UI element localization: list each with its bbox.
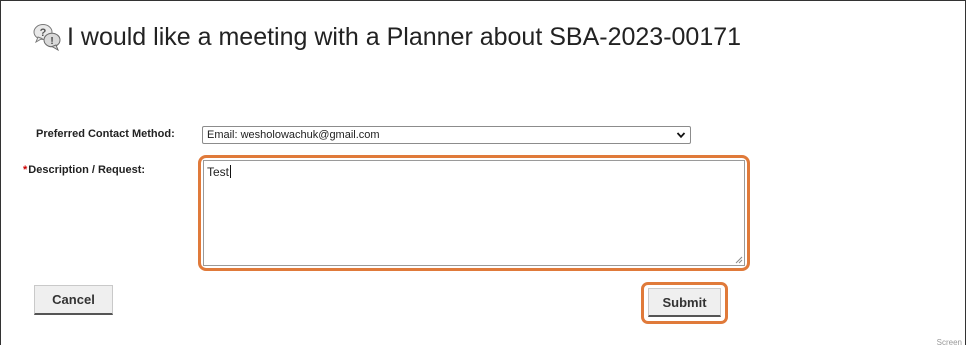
contact-method-value: Email: wesholowachuk@gmail.com: [207, 129, 380, 141]
description-text: Test: [207, 165, 230, 179]
description-highlight: Test: [198, 155, 750, 271]
submit-button[interactable]: Submit: [648, 288, 721, 317]
chevron-down-icon: [676, 132, 686, 139]
corner-text: Screen: [936, 338, 962, 347]
description-label-row: *Description / Request:: [23, 164, 145, 176]
speech-bubbles-question-icon: ? !: [33, 24, 61, 52]
contact-method-select[interactable]: Email: wesholowachuk@gmail.com: [202, 126, 691, 144]
text-caret: [230, 165, 232, 178]
dialog-header: ? ! I would like a meeting with a Planne…: [31, 21, 741, 53]
dialog-frame: ? ! I would like a meeting with a Planne…: [0, 0, 966, 345]
svg-text:!: !: [50, 36, 53, 47]
submit-highlight: Submit: [641, 282, 728, 324]
page-title: I would like a meeting with a Planner ab…: [67, 22, 742, 51]
description-label: Description / Request:: [28, 164, 146, 176]
resize-grip-icon[interactable]: [735, 256, 743, 264]
description-textarea[interactable]: Test: [203, 160, 745, 266]
required-marker: *: [23, 164, 28, 176]
contact-method-label: Preferred Contact Method:: [36, 128, 175, 140]
cancel-button[interactable]: Cancel: [34, 285, 113, 315]
